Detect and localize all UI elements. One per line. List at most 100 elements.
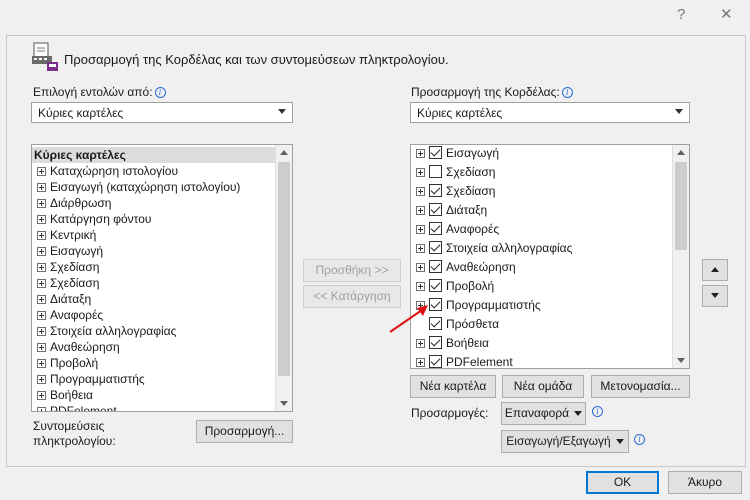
expand-icon[interactable] [416, 168, 425, 177]
choose-commands-combo[interactable]: Κύριες καρτέλες [31, 102, 293, 123]
expand-icon[interactable] [416, 225, 425, 234]
list-item[interactable]: Κατάργηση φόντου [34, 211, 151, 227]
list-item[interactable]: Διάταξη [34, 291, 91, 307]
add-button[interactable]: Προσθήκη >> [303, 259, 401, 282]
expand-icon[interactable] [416, 206, 425, 215]
move-up-button[interactable] [702, 259, 728, 281]
list-item[interactable]: Κεντρική [34, 227, 96, 243]
reset-dropdown-button[interactable]: Επαναφορά [501, 402, 586, 425]
tree-item[interactable]: Διάταξη [413, 201, 487, 220]
scroll-down-button[interactable] [673, 352, 689, 368]
ribbon-tree-scrollbar[interactable] [672, 145, 689, 368]
expand-icon[interactable] [37, 311, 46, 320]
expand-icon[interactable] [416, 149, 425, 158]
help-button[interactable]: ? [677, 6, 685, 23]
expand-icon[interactable] [37, 391, 46, 400]
tree-item[interactable]: Εισαγωγή [413, 145, 499, 163]
expand-icon[interactable] [37, 327, 46, 336]
tree-item[interactable]: Αναφορές [413, 220, 499, 239]
expand-icon[interactable] [37, 167, 46, 176]
tab-checkbox[interactable] [429, 279, 442, 292]
list-item-label: Στοιχεία αλληλογραφίας [50, 324, 177, 338]
info-icon[interactable]: i [634, 434, 645, 445]
list-item[interactable]: Σχεδίαση [34, 259, 99, 275]
list-item[interactable]: Αναφορές [34, 307, 103, 323]
move-down-button[interactable] [702, 285, 728, 307]
list-item[interactable]: Αναθεώρηση [34, 339, 120, 355]
tab-checkbox[interactable] [429, 222, 442, 235]
expand-icon[interactable] [37, 343, 46, 352]
tree-item-label: Σχεδίαση [446, 165, 496, 179]
list-item-label: Σχεδίαση [50, 260, 100, 274]
ribbon-tabs-tree[interactable]: Εισαγωγή Σχεδίαση Σχεδίαση Διάταξη Αναφορές Σ… [410, 144, 690, 369]
tab-checkbox[interactable] [429, 203, 442, 216]
close-button[interactable]: ✕ [720, 5, 733, 23]
list-item[interactable]: Εισαγωγή (καταχώρηση ιστολογίου) [34, 179, 240, 195]
scroll-up-button[interactable] [673, 145, 689, 161]
expand-icon[interactable] [416, 339, 425, 348]
tab-checkbox[interactable] [429, 146, 442, 159]
scroll-thumb[interactable] [675, 162, 687, 250]
expand-icon[interactable] [37, 199, 46, 208]
tree-item[interactable]: Σχεδίαση [413, 163, 495, 182]
expand-icon[interactable] [416, 358, 425, 367]
tab-checkbox[interactable] [429, 241, 442, 254]
expand-icon[interactable] [416, 244, 425, 253]
dialog-heading: Προσαρμογή της Κορδέλας και των συντομεύ… [64, 52, 449, 67]
rename-button[interactable]: Μετονομασία... [591, 375, 690, 398]
chevron-down-icon [615, 439, 624, 444]
scroll-thumb[interactable] [278, 162, 290, 376]
list-item[interactable]: Προβολή [34, 355, 98, 371]
tab-checkbox[interactable] [429, 184, 442, 197]
expand-icon[interactable] [37, 231, 46, 240]
expand-icon[interactable] [37, 359, 46, 368]
info-icon[interactable]: i [592, 406, 603, 417]
tree-item-label: Πρόσθετα [446, 317, 500, 331]
list-item[interactable]: Καταχώρηση ιστολογίου [34, 163, 178, 179]
import-export-dropdown-button[interactable]: Εισαγωγή/Εξαγωγή [501, 430, 629, 453]
tab-checkbox[interactable] [429, 260, 442, 273]
expand-icon[interactable] [416, 263, 425, 272]
ok-button[interactable]: OK [586, 471, 659, 494]
list-item[interactable]: Προγραμματιστής [34, 371, 145, 387]
list-item[interactable]: Βοήθεια [34, 387, 93, 403]
scroll-up-button[interactable] [276, 145, 292, 161]
tree-item[interactable]: PDFelement [413, 353, 513, 369]
new-tab-button[interactable]: Νέα καρτέλα [410, 375, 496, 398]
cancel-button[interactable]: Άκυρο [668, 471, 742, 494]
info-icon[interactable]: i [154, 87, 166, 98]
list-item[interactable]: Εισαγωγή [34, 243, 103, 259]
tree-item[interactable]: Βοήθεια [413, 334, 489, 353]
scroll-down-button[interactable] [276, 395, 292, 411]
expand-icon[interactable] [37, 247, 46, 256]
expand-icon[interactable] [37, 407, 46, 411]
tree-item-label: PDFelement [446, 355, 513, 369]
expand-icon[interactable] [37, 375, 46, 384]
tab-checkbox[interactable] [429, 336, 442, 349]
new-group-button[interactable]: Νέα ομάδα [502, 375, 584, 398]
annotation-arrow-icon [389, 305, 428, 333]
tree-item[interactable]: Σχεδίαση [413, 182, 495, 201]
customize-shortcuts-button[interactable]: Προσαρμογή... [196, 420, 293, 443]
tree-item[interactable]: Αναθεώρηση [413, 258, 516, 277]
commands-listbox[interactable]: Κύριες καρτέλες Καταχώρηση ιστολογίου Εισ… [31, 144, 293, 412]
customize-ribbon-combo[interactable]: Κύριες καρτέλες [410, 102, 690, 123]
list-item-label: Αναφορές [50, 308, 104, 322]
tab-checkbox[interactable] [429, 165, 442, 178]
expand-icon[interactable] [37, 263, 46, 272]
list-item[interactable]: PDFelement [34, 403, 117, 411]
list-item[interactable]: Σχεδίαση [34, 275, 99, 291]
tab-checkbox[interactable] [429, 355, 442, 368]
list-item[interactable]: Διάρθρωση [34, 195, 111, 211]
commands-scrollbar[interactable] [275, 145, 292, 411]
expand-icon[interactable] [37, 183, 46, 192]
tree-item[interactable]: Στοιχεία αλληλογραφίας [413, 239, 572, 258]
expand-icon[interactable] [416, 282, 425, 291]
info-icon[interactable]: i [561, 87, 573, 98]
tree-item[interactable]: Προβολή [413, 277, 494, 296]
expand-icon[interactable] [37, 279, 46, 288]
expand-icon[interactable] [37, 215, 46, 224]
expand-icon[interactable] [37, 295, 46, 304]
expand-icon[interactable] [416, 187, 425, 196]
list-item[interactable]: Στοιχεία αλληλογραφίας [34, 323, 176, 339]
